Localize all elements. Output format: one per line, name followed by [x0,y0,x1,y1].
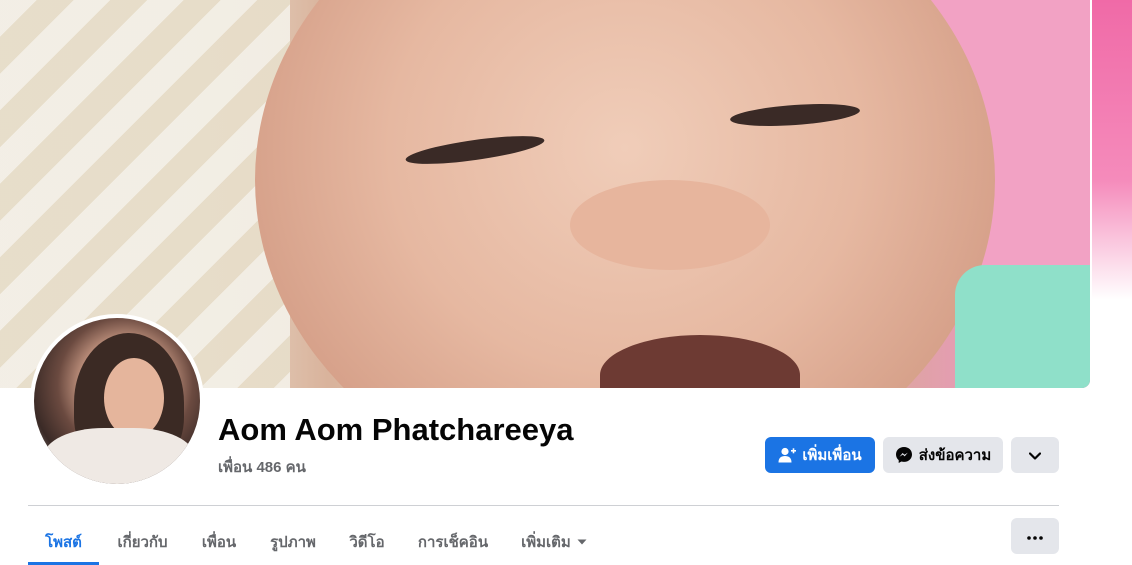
profile-avatar[interactable] [30,314,204,488]
profile-name: Aom Aom Phatchareeya [218,412,574,447]
avatar-face [104,358,164,438]
tab-posts[interactable]: โพสต์ [28,520,99,564]
cover-nose [570,180,770,270]
add-friend-label: เพิ่มเพื่อน [802,447,862,464]
caret-down-icon [577,539,587,545]
message-button[interactable]: ส่งข้อความ [883,437,1003,473]
more-options-button[interactable] [1011,518,1059,554]
tab-more-label: เพิ่มเติม [521,534,571,551]
messenger-icon [895,446,913,464]
cover-mint-cloth [955,265,1090,388]
header-divider [28,505,1059,506]
friends-count[interactable]: เพื่อน 486 คน [218,455,306,479]
add-friend-icon [778,447,797,463]
tab-friends[interactable]: เพื่อน [186,520,252,564]
more-dots-icon [1027,527,1043,545]
chevron-down-icon [1028,447,1042,464]
tab-about[interactable]: เกี่ยวกับ [107,520,178,564]
tab-checkins[interactable]: การเช็คอิน [408,520,498,564]
tab-photos[interactable]: รูปภาพ [260,520,326,564]
message-label: ส่งข้อความ [918,447,992,464]
profile-options-button[interactable] [1011,437,1059,473]
cover-edge [1092,0,1132,300]
avatar-photo [34,318,200,484]
profile-page: Aom Aom Phatchareeya เพื่อน 486 คน เพิ่ม… [0,0,1132,565]
avatar-shirt [44,428,194,484]
tab-videos[interactable]: วิดีโอ [334,520,400,564]
add-friend-button[interactable]: เพิ่มเพื่อน [765,437,875,473]
tab-more[interactable]: เพิ่มเติม [506,520,602,564]
